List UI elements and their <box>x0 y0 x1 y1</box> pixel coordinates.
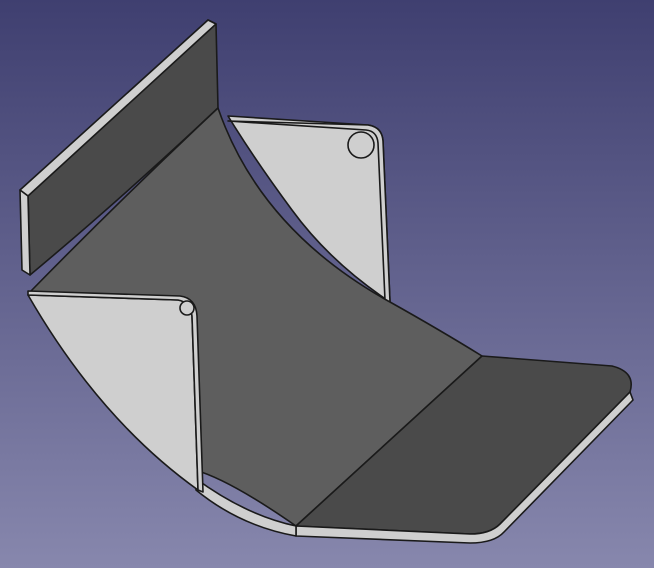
3d-model-view[interactable] <box>0 0 654 568</box>
front-left-flange[interactable] <box>27 294 199 491</box>
3d-viewport[interactable] <box>0 0 654 568</box>
left-wall-thickness <box>19 189 31 276</box>
mounting-hole <box>347 131 375 159</box>
front-left-pin <box>179 300 195 316</box>
